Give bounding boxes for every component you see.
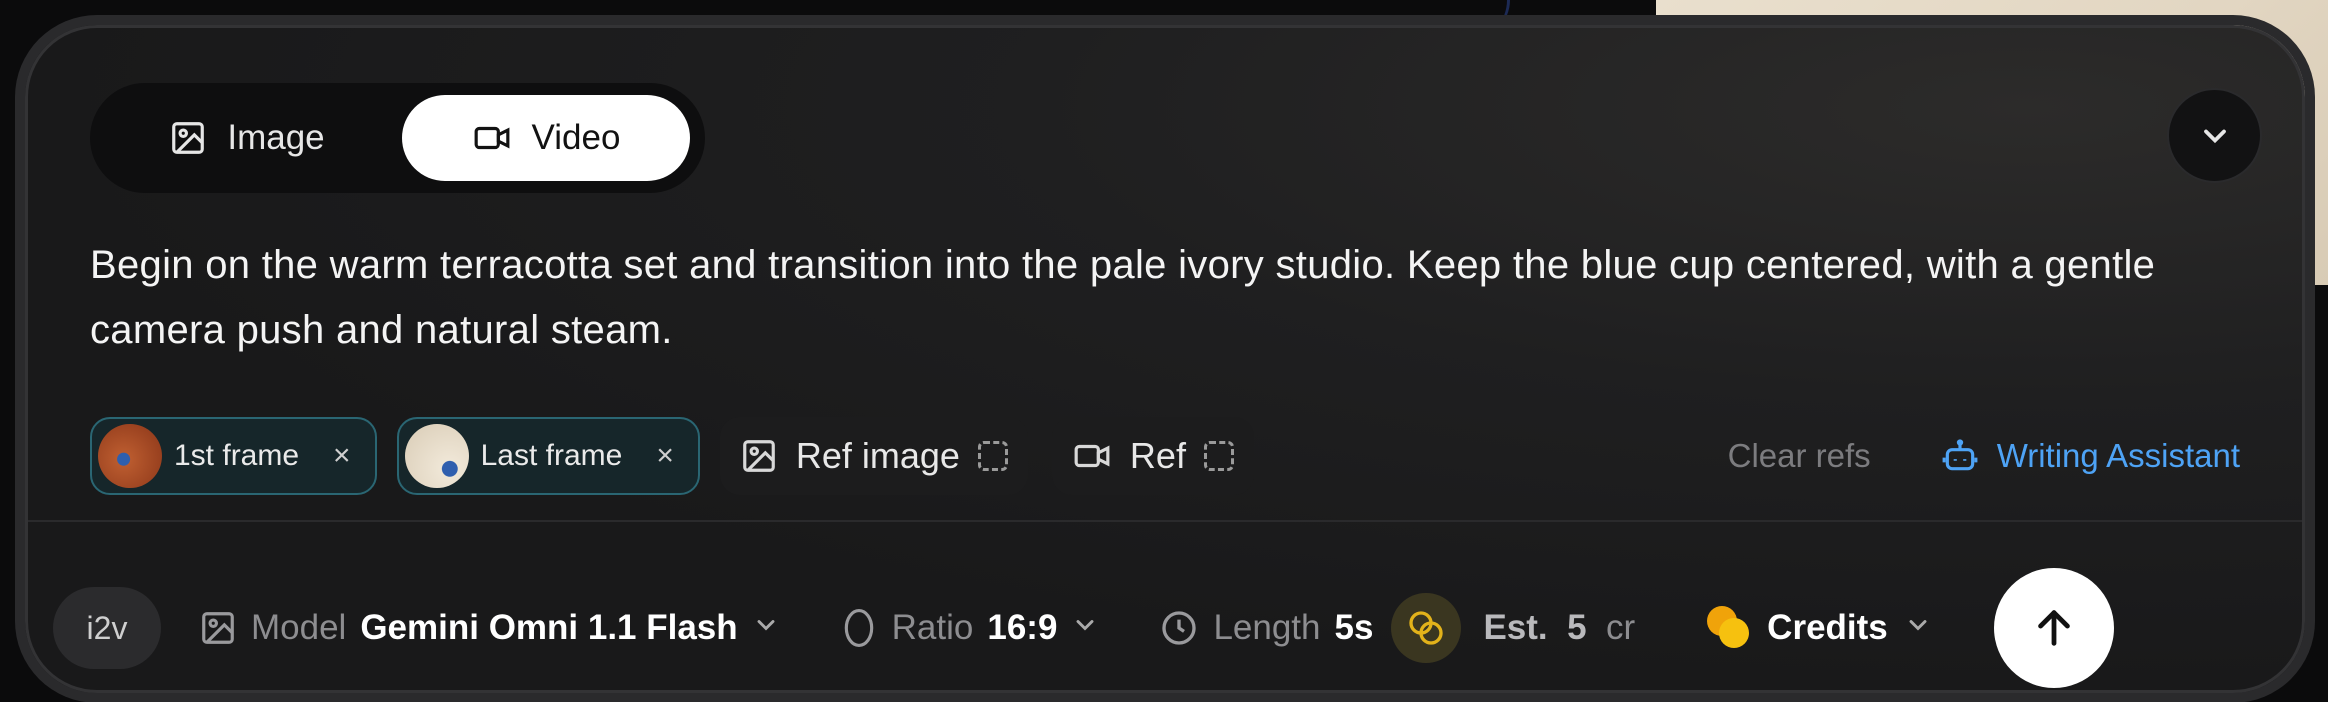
ref-image-label: Ref image — [795, 435, 960, 476]
chevron-down-icon — [1904, 608, 1932, 648]
writing-assistant-label: Writing Assistant — [1996, 437, 2240, 474]
video-icon — [1072, 437, 1112, 475]
image-mode-button[interactable]: Image — [102, 95, 392, 181]
submit-button[interactable] — [1993, 568, 2114, 688]
ref-video-label: Ref — [1129, 435, 1186, 476]
first-frame-thumbnail — [98, 424, 162, 488]
last-frame-thumbnail — [404, 424, 469, 488]
dashed-slot-icon — [977, 441, 1008, 471]
dashed-slot-icon — [1203, 441, 1234, 471]
coins-icon — [1391, 593, 1462, 663]
composer-panel: Image Video Begin on the warm terracotta… — [25, 25, 2305, 693]
coins-icon — [1707, 606, 1751, 650]
settings-bar: i2v Model Gemini Omni 1.1 Flash Ratio 16… — [53, 568, 2283, 688]
est-unit: cr — [1606, 608, 1636, 647]
estimated-cost: Est. 5 cr — [1483, 608, 1635, 648]
collapse-button[interactable] — [2167, 88, 2262, 183]
ratio-label: Ratio — [891, 608, 974, 647]
ratio-selector[interactable]: Ratio 16:9 — [840, 607, 1100, 649]
circle-ratio-icon — [840, 607, 878, 649]
first-frame-chip[interactable]: 1st frame × — [90, 417, 377, 495]
credits-menu[interactable]: Credits — [1707, 606, 1932, 650]
ref-image-button[interactable]: Ref image — [719, 417, 1028, 495]
est-label: Est. — [1483, 608, 1548, 647]
robot-icon — [1941, 437, 1979, 475]
mode-badge[interactable]: i2v — [53, 587, 161, 669]
length-selector[interactable]: Length 5s — [1159, 608, 1373, 648]
model-label: Model — [251, 608, 347, 647]
prompt-textarea[interactable]: Begin on the warm terracotta set and tra… — [90, 233, 2270, 363]
ratio-value: 16:9 — [987, 608, 1058, 647]
image-mode-label: Image — [227, 118, 325, 157]
first-frame-label: 1st frame — [174, 439, 300, 472]
writing-assistant-button[interactable]: Writing Assistant — [1941, 437, 2240, 475]
length-value: 5s — [1334, 608, 1374, 647]
reference-row: 1st frame × Last frame × Ref image Ref C… — [90, 416, 2270, 496]
chevron-down-icon — [2197, 118, 2233, 154]
remove-last-frame-icon[interactable]: × — [656, 439, 674, 473]
video-mode-label: Video — [531, 118, 621, 157]
video-icon — [472, 119, 512, 157]
mode-toggle: Image Video — [90, 83, 705, 193]
image-icon — [199, 609, 237, 647]
last-frame-label: Last frame — [480, 439, 623, 472]
model-selector[interactable]: Model Gemini Omni 1.1 Flash — [199, 608, 780, 648]
arrow-up-icon — [2031, 605, 2077, 651]
model-value: Gemini Omni 1.1 Flash — [360, 608, 738, 647]
clock-icon — [1159, 608, 1199, 648]
chevron-down-icon — [1071, 608, 1099, 648]
est-value: 5 — [1567, 608, 1587, 647]
last-frame-chip[interactable]: Last frame × — [396, 417, 700, 495]
clear-refs-button[interactable]: Clear refs — [1728, 437, 1871, 475]
mode-toggle-container: Image Video — [90, 83, 705, 193]
chevron-down-icon — [752, 608, 780, 648]
credits-label: Credits — [1767, 608, 1888, 647]
length-label: Length — [1213, 608, 1321, 647]
ref-video-button[interactable]: Ref — [1051, 417, 1254, 495]
video-mode-button[interactable]: Video — [402, 95, 690, 181]
image-icon — [740, 437, 778, 475]
remove-first-frame-icon[interactable]: × — [333, 439, 351, 473]
divider — [28, 520, 2302, 522]
image-icon — [169, 119, 207, 157]
